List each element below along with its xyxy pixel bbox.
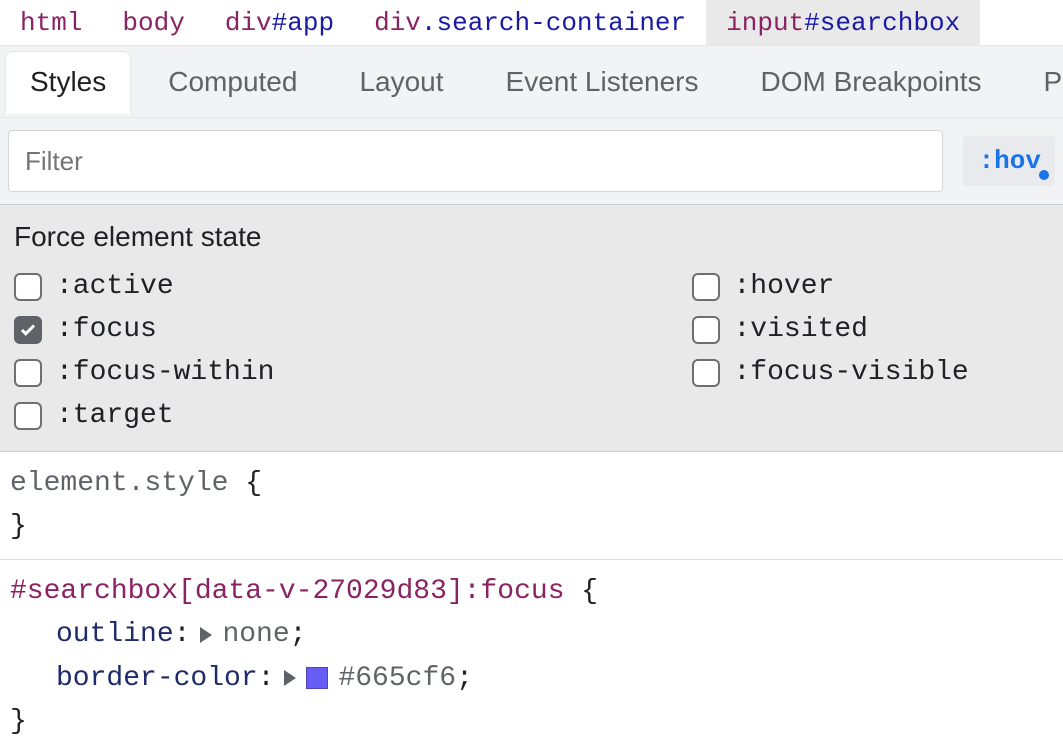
breadcrumb-suffix: #app (272, 8, 334, 38)
semicolon: ; (456, 657, 473, 700)
colon: : (258, 657, 279, 700)
css-value: none (222, 613, 289, 656)
panel-tab[interactable]: DOM Breakpoints (737, 52, 1006, 112)
brace-close: } (10, 700, 1051, 743)
style-rules-list: element.style {}#searchbox[data-v-27029d… (0, 452, 1063, 748)
hov-label: :hov (979, 146, 1041, 176)
styles-filter-input[interactable] (8, 130, 943, 192)
rule-selector-line: #searchbox[data-v-27029d83]:focus { (10, 570, 1051, 613)
force-state-option[interactable]: :target (14, 400, 512, 431)
force-state-label: :focus (56, 314, 157, 345)
checkbox-icon (692, 273, 720, 301)
breadcrumb-tag: input (726, 8, 804, 38)
brace-close: } (10, 505, 1051, 548)
force-state-option[interactable]: :focus (14, 314, 512, 345)
css-rule[interactable]: element.style {} (0, 452, 1063, 560)
colon: : (174, 613, 195, 656)
checkbox-icon (14, 359, 42, 387)
breadcrumb-tag: div (374, 8, 421, 38)
rule-selector: #searchbox[data-v-27029d83]:focus (10, 576, 581, 607)
force-state-option[interactable]: :active (14, 271, 512, 302)
force-state-option[interactable]: :focus-within (14, 357, 512, 388)
force-state-label: :focus-within (56, 357, 274, 388)
force-state-label: :target (56, 400, 174, 431)
force-state-grid: :active :hover :focus :visited :focus-within… (14, 271, 1049, 431)
force-state-label: :visited (734, 314, 868, 345)
css-property: border-color (56, 657, 258, 700)
breadcrumb-suffix: .search-container (421, 8, 686, 38)
force-element-state-panel: Force element state :active :hover :focus:… (0, 205, 1063, 452)
checkbox-icon (692, 316, 720, 344)
breadcrumb-tag: html (20, 8, 82, 38)
css-value: #665cf6 (338, 657, 456, 700)
dom-breadcrumbs: htmlbodydiv#appdiv.search-containerinput… (0, 0, 1063, 46)
breadcrumb-suffix: #searchbox (804, 8, 960, 38)
panel-tab[interactable]: Event Listeners (482, 52, 723, 112)
panel-tab[interactable]: Layout (335, 52, 467, 112)
force-state-label: :active (56, 271, 174, 302)
breadcrumb-node[interactable]: div.search-container (354, 0, 706, 45)
panel-tab[interactable]: Computed (144, 52, 321, 112)
breadcrumb-node[interactable]: input#searchbox (706, 0, 980, 45)
checkbox-icon (14, 316, 42, 344)
expand-triangle-icon[interactable] (200, 627, 212, 643)
styles-tabstrip: StylesComputedLayoutEvent ListenersDOM B… (0, 46, 1063, 118)
rule-selector: element.style (10, 468, 245, 499)
toggle-force-state-button[interactable]: :hov (963, 136, 1055, 186)
checkbox-icon (14, 402, 42, 430)
force-element-state-title: Force element state (14, 221, 1049, 253)
breadcrumb-node[interactable]: div#app (205, 0, 354, 45)
semicolon: ; (290, 613, 307, 656)
force-state-option[interactable]: :hover (552, 271, 1050, 302)
checkbox-icon (14, 273, 42, 301)
breadcrumb-node[interactable]: body (102, 0, 204, 45)
force-state-label: :focus-visible (734, 357, 969, 388)
force-state-option[interactable]: :focus-visible (552, 357, 1050, 388)
expand-triangle-icon[interactable] (284, 670, 296, 686)
breadcrumb-tag: body (122, 8, 184, 38)
force-state-option[interactable]: :visited (552, 314, 1050, 345)
force-state-label: :hover (734, 271, 835, 302)
styles-filter-row: :hov (0, 118, 1063, 205)
brace-open: { (245, 468, 262, 499)
panel-tab[interactable]: Styles (6, 52, 130, 112)
css-declaration[interactable]: border-color: #665cf6; (10, 657, 1051, 700)
breadcrumb-tag: div (225, 8, 272, 38)
rule-selector-line: element.style { (10, 462, 1051, 505)
color-swatch-icon[interactable] (306, 667, 328, 689)
css-rule[interactable]: #searchbox[data-v-27029d83]:focus {outli… (0, 560, 1063, 748)
active-indicator-dot (1039, 170, 1049, 180)
panel-tab[interactable]: Pr (1019, 52, 1063, 112)
brace-open: { (581, 576, 598, 607)
css-property: outline (56, 613, 174, 656)
breadcrumb-node[interactable]: html (0, 0, 102, 45)
css-declaration[interactable]: outline: none; (10, 613, 1051, 656)
checkbox-icon (692, 359, 720, 387)
